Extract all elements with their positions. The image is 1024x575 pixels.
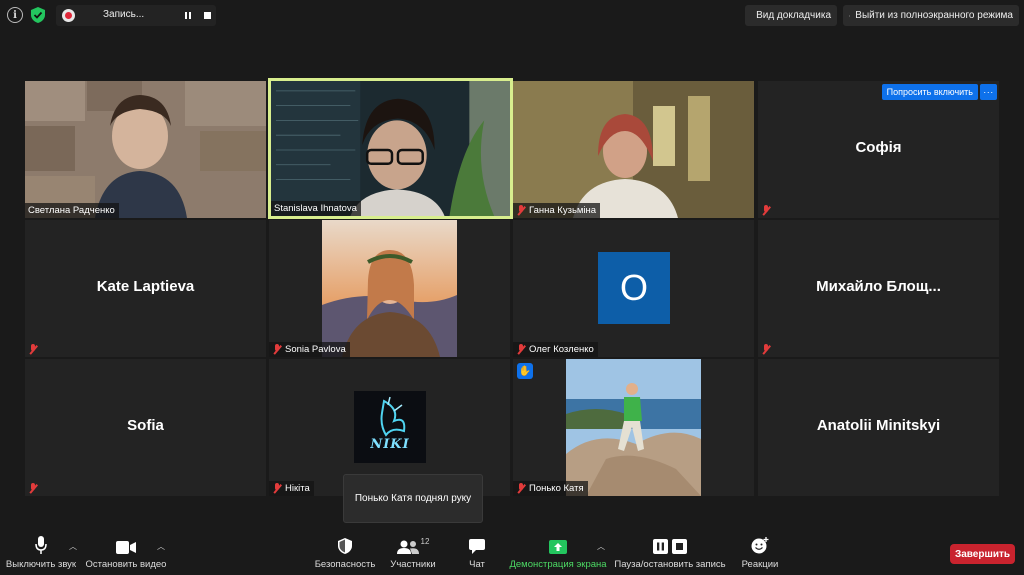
muted-mic-icon [28, 344, 38, 355]
participant-display-name: Sofia [127, 417, 164, 434]
participant-tile[interactable]: Sofia [25, 359, 266, 496]
participant-name-tag: Светлана Радченко [25, 203, 119, 218]
muted-mic-icon [516, 483, 526, 494]
participant-display-name: Kate Laptieva [96, 278, 195, 295]
stop-video-button[interactable]: Остановить видео [86, 530, 166, 575]
microphone-icon [35, 530, 47, 554]
participant-display-name: Софія [855, 139, 902, 156]
participant-tile[interactable]: О Олег Козленко [513, 220, 754, 357]
video-feed [271, 81, 510, 216]
participant-name-tag: Ганна Кузьміна [513, 203, 601, 218]
shield-icon [338, 530, 352, 554]
share-screen-label: Демонстрация экрана [509, 559, 607, 570]
recording-label: Запись... [103, 9, 145, 20]
participant-name-tag: Олег Козленко [513, 342, 598, 357]
participants-button[interactable]: 12 Участники [388, 530, 438, 575]
chat-button[interactable]: Чат [462, 530, 492, 575]
participant-name-tag [758, 342, 775, 357]
pause-icon [653, 539, 668, 554]
end-meeting-button[interactable]: Завершить [950, 544, 1015, 564]
reactions-smiley-icon [751, 530, 769, 554]
video-feed [25, 81, 266, 218]
exit-fullscreen-button[interactable]: Выйти из полноэкранного режима [843, 5, 1019, 26]
muted-mic-icon [761, 344, 771, 355]
profile-logo: NIKI [354, 391, 426, 463]
video-options-chevron-icon[interactable]: ︿ [157, 541, 165, 552]
encryption-shield-icon[interactable] [30, 7, 46, 23]
top-bar: i Запись... Вид докладчика Выйти из полн… [0, 0, 1024, 30]
participant-tile[interactable]: Anatolii Minitskyi [758, 359, 999, 496]
ask-to-unmute-button[interactable]: Попросить включить [881, 84, 978, 100]
muted-mic-icon [272, 344, 282, 355]
recording-dot-icon [62, 9, 75, 22]
stop-recording-icon[interactable] [204, 12, 211, 19]
participant-tile[interactable]: Михайло Блощ... [758, 220, 999, 357]
stop-video-label: Остановить видео [85, 559, 167, 570]
participant-tile[interactable]: Светлана Радченко [25, 81, 266, 218]
participant-tile[interactable]: Kate Laptieva [25, 220, 266, 357]
pause-stop-recording-button[interactable]: Пауза/остановить запись [614, 530, 726, 575]
participant-name-tag [25, 481, 42, 496]
participant-name-tag: Stanislava Ihnatova [271, 201, 361, 216]
pause-stop-icons [653, 530, 687, 554]
security-button[interactable]: Безопасность [313, 530, 377, 575]
chat-bubble-icon [469, 530, 485, 554]
audio-options-chevron-icon[interactable]: ︿ [69, 541, 77, 552]
pause-recording-icon[interactable] [183, 10, 193, 21]
muted-mic-icon [761, 205, 771, 216]
muted-mic-icon [28, 483, 38, 494]
mute-button[interactable]: Выключить звук [5, 530, 77, 575]
participant-display-name: Anatolii Minitskyi [816, 417, 941, 434]
participant-display-name: Михайло Блощ... [816, 278, 941, 295]
reactions-button[interactable]: Реакции [738, 530, 782, 575]
muted-mic-icon [516, 344, 526, 355]
participant-tile[interactable]: ✋ Понько Катя [513, 359, 754, 496]
exit-fullscreen-label: Выйти из полноэкранного режима [855, 10, 1013, 21]
participant-name-tag: Sonia Pavlova [269, 342, 350, 357]
dragon-logo-icon [380, 396, 406, 437]
recording-indicator: Запись... [56, 5, 216, 26]
mute-label: Выключить звук [5, 559, 77, 570]
avatar: О [598, 252, 670, 324]
participant-tile-active-speaker[interactable]: Stanislava Ihnatova [268, 78, 513, 219]
info-icon[interactable]: i [7, 7, 23, 23]
muted-mic-icon [516, 205, 526, 216]
raised-hand-icon: ✋ [517, 363, 533, 379]
participant-name-tag [25, 342, 42, 357]
meeting-toolbar: Выключить звук ︿ Остановить видео ︿ Безо… [0, 530, 1024, 575]
speaker-view-button[interactable]: Вид докладчика [745, 5, 837, 26]
exit-fullscreen-icon [849, 14, 851, 17]
reactions-label: Реакции [741, 559, 779, 570]
more-options-button[interactable]: ··· [980, 84, 997, 100]
profile-photo [566, 359, 701, 496]
share-screen-icon [549, 530, 567, 554]
raised-hand-notification: Понько Катя поднял руку [343, 474, 483, 523]
chat-label: Чат [469, 559, 485, 570]
participant-tile[interactable]: Sonia Pavlova [269, 220, 510, 357]
stop-icon [672, 539, 687, 554]
logo-text: NIKI [370, 437, 410, 452]
participants-label: Участники [390, 559, 436, 570]
participant-name-tag: Понько Катя [513, 481, 588, 496]
muted-mic-icon [272, 483, 282, 494]
speaker-view-label: Вид докладчика [756, 10, 831, 21]
share-screen-button[interactable]: Демонстрация экрана [509, 530, 607, 575]
profile-photo [322, 220, 457, 357]
share-options-chevron-icon[interactable]: ︿ [597, 541, 605, 552]
pause-stop-recording-label: Пауза/остановить запись [614, 559, 726, 570]
participant-name-tag [758, 203, 775, 218]
security-label: Безопасность [314, 559, 376, 570]
participants-icon-wrap: 12 [396, 530, 430, 554]
participants-count: 12 [420, 537, 430, 546]
participant-tile[interactable]: Попросить включить ··· Софія [758, 81, 999, 218]
participants-icon [396, 540, 419, 554]
participant-tile[interactable]: Ганна Кузьміна [513, 81, 754, 218]
video-camera-icon [116, 530, 136, 554]
participant-name-tag: Нікіта [269, 481, 314, 496]
video-feed [513, 81, 754, 218]
